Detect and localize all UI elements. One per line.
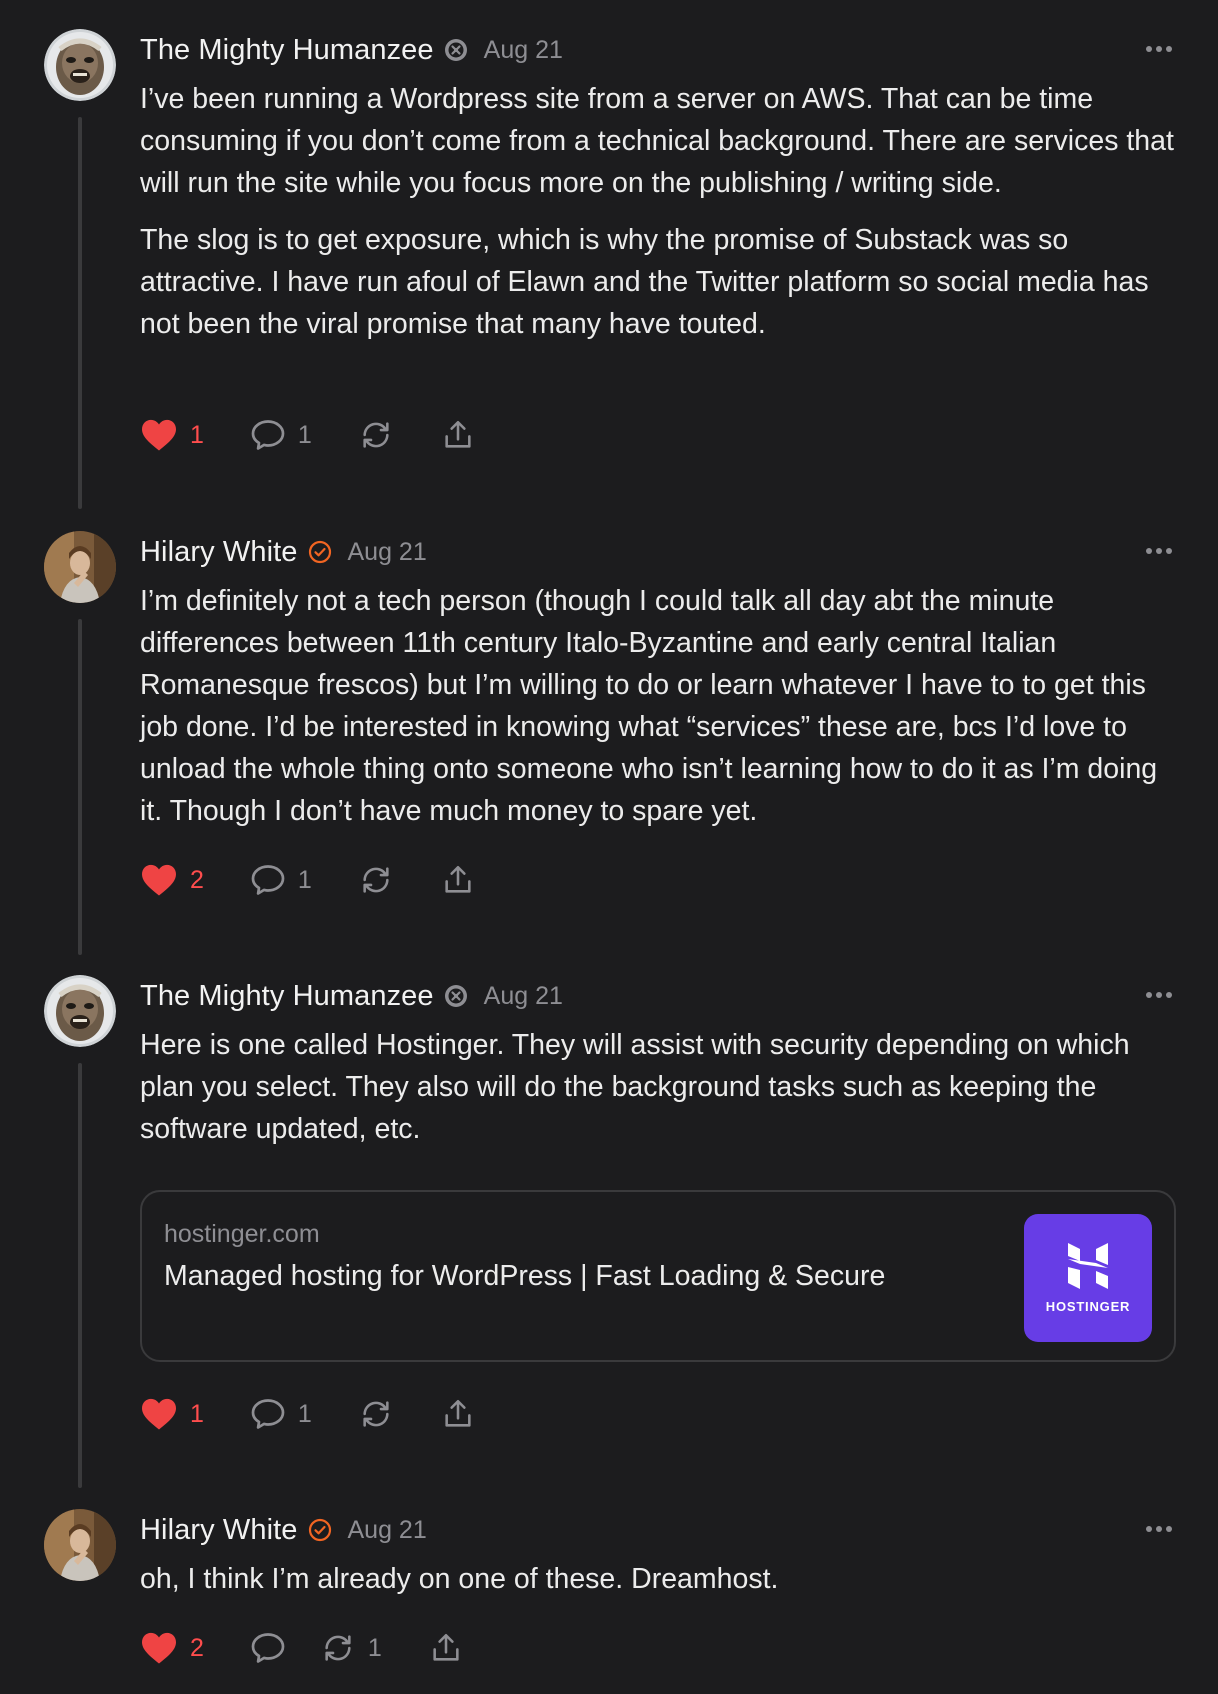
restack-icon: [363, 867, 389, 893]
comment-paragraph: Here is one called Hostinger. They will …: [140, 1029, 1130, 1145]
share-button[interactable]: [440, 418, 476, 452]
restack-icon: [363, 422, 389, 448]
share-button[interactable]: [440, 863, 476, 897]
heart-icon: [142, 864, 176, 896]
reply-button[interactable]: 1: [250, 418, 312, 452]
thread-line: [78, 117, 82, 509]
thread-line: [78, 619, 82, 955]
comment-header: The Mighty Humanzee Aug 21: [140, 30, 1178, 70]
like-count: 1: [190, 1399, 204, 1428]
comment-bubble-icon: [251, 1399, 285, 1429]
comment-paragraph: oh, I think I’m already on one of these.…: [140, 1563, 779, 1595]
hostinger-logo: HOSTINGER: [1024, 1214, 1152, 1342]
comment-body: Here is one called Hostinger. They will …: [140, 1024, 1185, 1165]
like-button[interactable]: 2: [140, 863, 204, 897]
like-count: 2: [190, 1633, 204, 1662]
link-title: Managed hosting for WordPress | Fast Loa…: [164, 1260, 886, 1292]
heart-icon: [142, 1398, 176, 1430]
comment-date[interactable]: Aug 21: [484, 36, 563, 65]
reply-count: 1: [297, 1399, 312, 1428]
restack-button[interactable]: [358, 418, 394, 452]
heart-icon: [142, 1632, 176, 1664]
share-button[interactable]: [428, 1631, 464, 1665]
comment-actions: 1 1: [140, 415, 476, 455]
author-name[interactable]: Hilary White: [140, 1514, 298, 1547]
link-preview-card[interactable]: hostinger.com Managed hosting for WordPr…: [140, 1190, 1176, 1362]
comment-paragraph: The slog is to get exposure, which is wh…: [140, 224, 1149, 340]
comment-bubble-icon: [251, 1633, 285, 1663]
hostinger-h-icon: [1068, 1242, 1108, 1289]
comment-body: I’m definitely not a tech person (though…: [140, 580, 1185, 847]
comment-header: Hilary White Aug 21: [140, 1510, 1178, 1550]
share-icon: [433, 1633, 459, 1661]
reply-button[interactable]: 1: [250, 863, 312, 897]
restack-button[interactable]: [358, 1397, 394, 1431]
avatar-humanzee[interactable]: [44, 29, 116, 101]
more-options-icon[interactable]: [1146, 980, 1172, 1010]
comment-body: I’ve been running a Wordpress site from …: [140, 78, 1185, 360]
comment-date[interactable]: Aug 21: [348, 538, 427, 567]
avatar-humanzee[interactable]: [44, 975, 116, 1047]
like-button[interactable]: 1: [140, 418, 204, 452]
reply-count: 1: [297, 420, 312, 449]
comment-actions: 2 1: [140, 860, 476, 900]
hostinger-wordmark: HOSTINGER: [1045, 1298, 1131, 1314]
author-name[interactable]: The Mighty Humanzee: [140, 980, 434, 1013]
comment-date[interactable]: Aug 21: [484, 982, 563, 1011]
comment-bubble-icon: [251, 865, 285, 895]
more-options-icon[interactable]: [1146, 1514, 1172, 1544]
reply-button[interactable]: [250, 1631, 286, 1665]
subscriber-badge-icon: [444, 984, 468, 1008]
link-domain: hostinger.com: [164, 1220, 320, 1248]
comment-paragraph: I’m definitely not a tech person (though…: [140, 585, 1158, 827]
restack-count: 1: [367, 1633, 382, 1662]
share-icon: [445, 865, 471, 893]
comment-paragraph: I’ve been running a Wordpress site from …: [140, 83, 1174, 199]
share-icon: [445, 1399, 471, 1427]
restack-button[interactable]: [358, 863, 394, 897]
restack-button[interactable]: 1: [320, 1631, 382, 1665]
reply-count: 1: [297, 865, 312, 894]
verified-check-icon: [308, 1518, 332, 1542]
comment-header: Hilary White Aug 21: [140, 532, 1178, 572]
comment-body: oh, I think I’m already on one of these.…: [140, 1558, 1185, 1615]
like-button[interactable]: 1: [140, 1397, 204, 1431]
thread-line: [78, 1063, 82, 1488]
subscriber-badge-icon: [444, 38, 468, 62]
like-button[interactable]: 2: [140, 1631, 204, 1665]
like-count: 1: [190, 420, 204, 449]
avatar-hilary[interactable]: [44, 1509, 116, 1581]
share-icon: [445, 420, 471, 448]
more-options-icon[interactable]: [1146, 34, 1172, 64]
reply-button[interactable]: 1: [250, 1397, 312, 1431]
restack-icon: [325, 1635, 351, 1661]
share-button[interactable]: [440, 1397, 476, 1431]
comment-header: The Mighty Humanzee Aug 21: [140, 976, 1178, 1016]
comment-actions: 1 1: [140, 1394, 476, 1434]
author-name[interactable]: The Mighty Humanzee: [140, 34, 434, 67]
comment-bubble-icon: [251, 420, 285, 450]
heart-icon: [142, 419, 176, 451]
comment-date[interactable]: Aug 21: [348, 1516, 427, 1545]
more-options-icon[interactable]: [1146, 536, 1172, 566]
like-count: 2: [190, 865, 204, 894]
restack-icon: [363, 1401, 389, 1427]
avatar-hilary[interactable]: [44, 531, 116, 603]
author-name[interactable]: Hilary White: [140, 536, 298, 569]
verified-check-icon: [308, 540, 332, 564]
comment-actions: 2 1: [140, 1628, 464, 1668]
